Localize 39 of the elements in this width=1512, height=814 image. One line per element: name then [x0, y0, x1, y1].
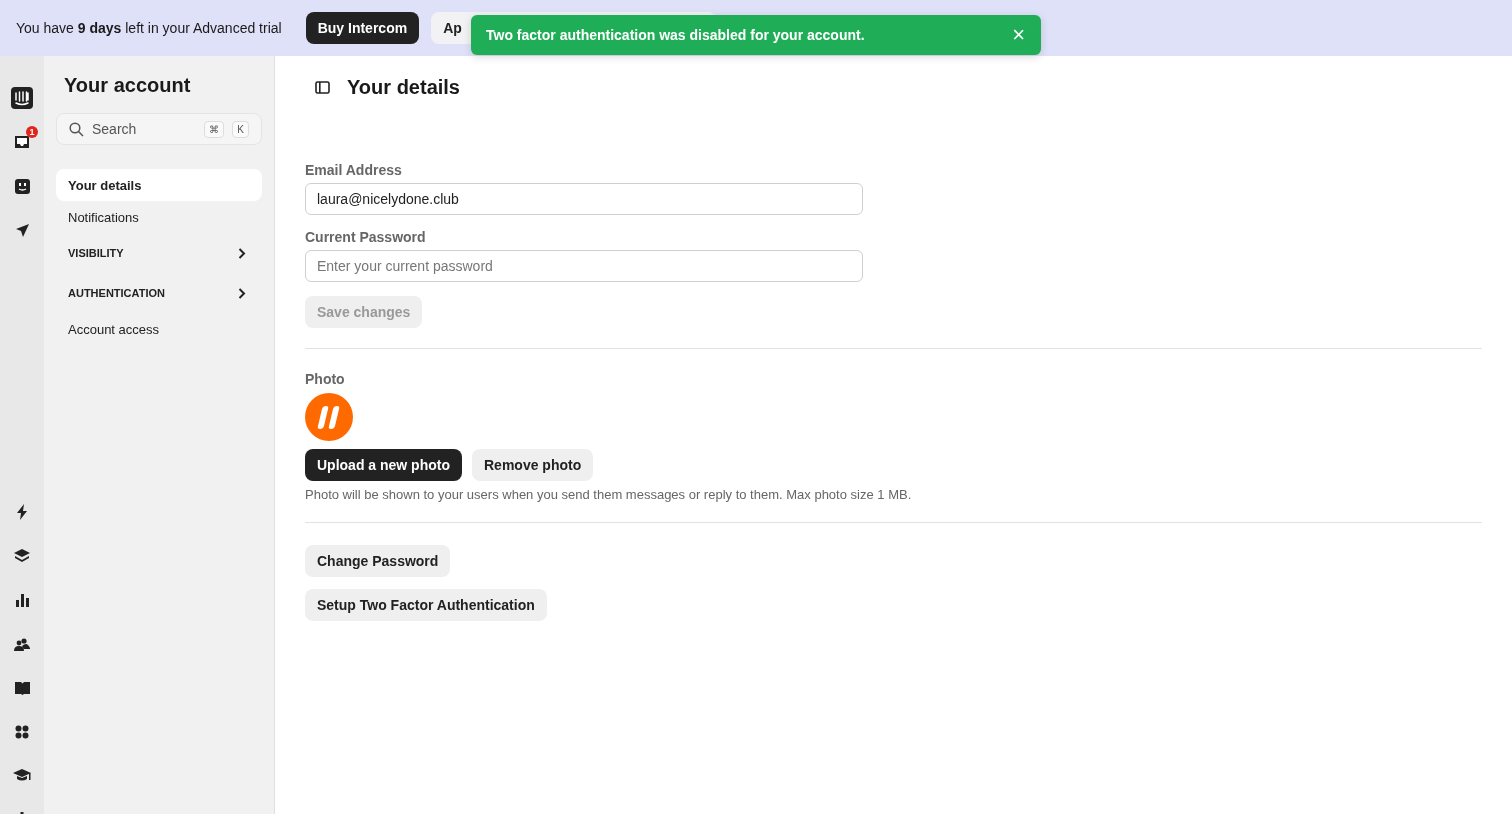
people-icon[interactable] [14, 637, 30, 651]
logo-icon[interactable] [11, 87, 33, 109]
book-icon[interactable] [14, 681, 30, 695]
sidebar-toggle-icon[interactable] [315, 80, 330, 94]
notification-badge: 1 [26, 126, 38, 138]
field-label: Email Address [305, 162, 403, 178]
remove-photo-button[interactable]: Remove photo [472, 449, 594, 481]
page-title: Your details [347, 75, 460, 99]
search-icon [69, 121, 84, 137]
nav-item[interactable]: Notifications [56, 201, 262, 233]
nav-item[interactable]: Account access [56, 313, 262, 345]
section-header[interactable]: VISIBILITY [56, 233, 262, 273]
avatar-logo-icon [305, 393, 353, 441]
field-label: Current Password [305, 229, 427, 245]
lightning-icon[interactable] [16, 504, 28, 520]
paper-plane-icon[interactable] [14, 222, 30, 238]
action-button[interactable]: Change Password [305, 545, 451, 577]
photo-label: Photo [305, 371, 346, 387]
nav-item[interactable]: Your details [56, 169, 262, 201]
section-header[interactable]: AUTHENTICATION [56, 273, 262, 313]
shortcut-key: ⌘ [204, 120, 225, 138]
bot-icon[interactable] [14, 178, 30, 194]
sidebar-title: Your account [63, 74, 192, 97]
input-field[interactable]: Enter your current password [305, 250, 863, 282]
action-button[interactable]: Setup Two Factor Authentication [305, 589, 547, 621]
upload-photo-button[interactable]: Upload a new photo [305, 449, 462, 481]
search-field[interactable]: Search ⌘ K [56, 113, 262, 145]
chevron-right-icon [238, 247, 246, 259]
toast-message: Two factor authentication was disabled for your account. [486, 27, 865, 43]
trial-text: You have 9 days left in your Advanced trial [16, 20, 282, 36]
layers-icon[interactable] [14, 549, 30, 563]
banner-button[interactable]: Buy Intercom [305, 12, 420, 44]
inbox-icon[interactable] [14, 134, 30, 150]
photo-hint: Photo will be shown to your users when you send them messages or reply to them. Max photo size 1 MB. [305, 487, 913, 502]
input-field[interactable]: laura@nicelydone.club [305, 183, 863, 215]
apps-icon[interactable] [15, 725, 29, 739]
shortcut-key: K [232, 120, 249, 138]
bar-chart-icon[interactable] [15, 593, 29, 607]
chevron-right-icon [238, 287, 246, 299]
